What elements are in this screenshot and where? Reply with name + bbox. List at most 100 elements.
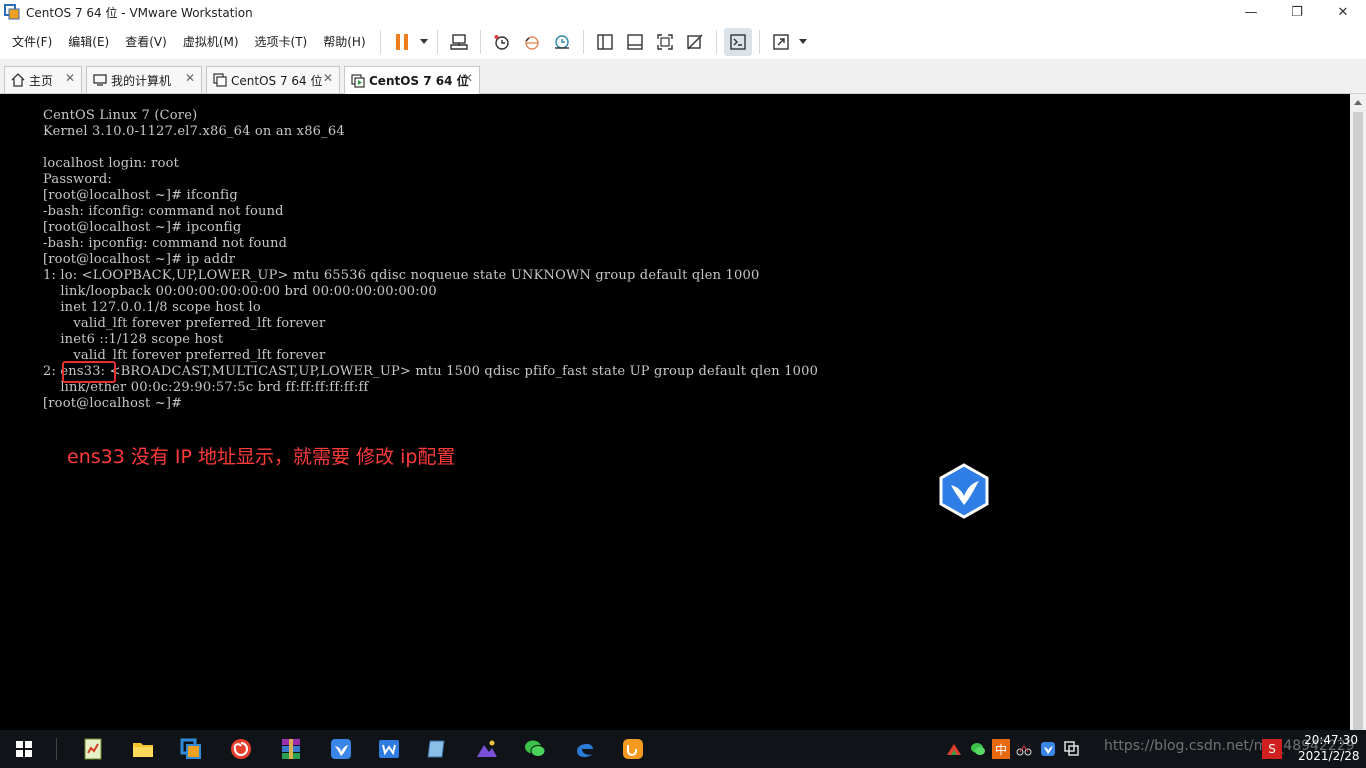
taskbar-app-feishu[interactable]: [326, 734, 356, 764]
pause-icon: [395, 33, 408, 50]
terminal-line: [root@localhost ~]# ipconfig: [43, 220, 242, 235]
notes-icon: [427, 740, 445, 758]
menu-view[interactable]: 查看(V): [117, 30, 175, 54]
power-dropdown-caret[interactable]: [417, 28, 431, 56]
fullscreen-icon: [656, 33, 673, 50]
toolbar-separator: [479, 29, 481, 54]
scroll-up-icon[interactable]: [1350, 94, 1366, 110]
terminal-line: link/loopback 00:00:00:00:00:00 brd 00:0…: [43, 284, 437, 299]
taskbar-app-spiral[interactable]: [226, 734, 256, 764]
snapshot-button[interactable]: [488, 28, 516, 56]
start-button[interactable]: [0, 730, 48, 768]
tray-s-icon[interactable]: S: [1262, 739, 1282, 759]
tray-vm-icon[interactable]: [1062, 739, 1082, 759]
terminal-line: valid_lft forever preferred_lft forever: [43, 316, 326, 331]
taskbar-app-notepad[interactable]: [78, 734, 108, 764]
vmware-window: CentOS 7 64 位 - VMware Workstation — ❐ ✕…: [0, 0, 1366, 732]
vertical-scrollbar[interactable]: [1350, 94, 1366, 732]
close-icon[interactable]: ✕: [323, 71, 333, 85]
clock-date: 2021/2/28: [1298, 749, 1360, 763]
terminal-line: inet 127.0.0.1/8 scope host lo: [43, 300, 261, 315]
tab-label: CentOS 7 64 位: [231, 73, 323, 88]
vm-running-icon: [351, 73, 365, 88]
snapshot-manager-button[interactable]: [548, 28, 576, 56]
taskbar-app-uc[interactable]: [618, 734, 648, 764]
home-icon: [11, 73, 25, 87]
full-screen-button[interactable]: [651, 28, 679, 56]
show-thumbnail-button[interactable]: [621, 28, 649, 56]
system-tray: 中: [944, 730, 1086, 768]
stretch-dropdown-caret[interactable]: [796, 28, 810, 56]
show-library-button[interactable]: [591, 28, 619, 56]
stretch-guest-button[interactable]: [767, 28, 795, 56]
tab-centos-active[interactable]: CentOS 7 64 位 ✕: [344, 66, 480, 94]
sidebar-layout-icon: [596, 33, 613, 50]
tray-feishu-icon[interactable]: [1038, 739, 1058, 759]
tab-centos-1[interactable]: CentOS 7 64 位 ✕: [206, 66, 340, 93]
revert-snapshot-button[interactable]: [518, 28, 546, 56]
bird-logo-icon[interactable]: [938, 463, 990, 519]
menu-edit[interactable]: 编辑(E): [60, 30, 117, 54]
scroll-thumb[interactable]: [1353, 112, 1363, 732]
annotation-text: ens33 没有 IP 地址显示，就需要 修改 ip配置: [67, 446, 456, 468]
restore-button[interactable]: ❐: [1274, 0, 1320, 24]
taskbar-app-winrar[interactable]: [276, 734, 306, 764]
snapshot-clock-icon: [494, 34, 509, 50]
chevron-down-icon: [419, 38, 428, 44]
taskbar-app-explorer[interactable]: [128, 734, 158, 764]
taskbar-app-edge[interactable]: [570, 734, 600, 764]
menu-tabs[interactable]: 选项卡(T): [247, 30, 316, 54]
minimize-button[interactable]: —: [1228, 0, 1274, 24]
chevron-down-icon: [798, 38, 807, 44]
tab-home[interactable]: 主页 ✕: [4, 66, 82, 93]
tray-wechat-icon[interactable]: [968, 739, 988, 759]
revert-icon: [524, 35, 539, 50]
close-icon[interactable]: ✕: [65, 71, 75, 85]
window-title: CentOS 7 64 位 - VMware Workstation: [26, 5, 253, 20]
taskbar-clock[interactable]: 20:47:30 2021/2/28: [1298, 732, 1360, 764]
terminal-line: Kernel 3.10.0-1127.el7.x86_64 on an x86_…: [43, 124, 345, 139]
close-button[interactable]: ✕: [1320, 0, 1366, 24]
send-ctrl-alt-del-button[interactable]: [445, 28, 473, 56]
menu-help[interactable]: 帮助(H): [315, 30, 373, 54]
vm-console[interactable]: CentOS Linux 7 (Core) Kernel 3.10.0-1127…: [0, 94, 1350, 730]
bottom-panel-icon: [626, 33, 643, 50]
unity-button[interactable]: [681, 28, 709, 56]
taskbar-app-photos[interactable]: [472, 734, 502, 764]
tray-ime-icon[interactable]: 中: [992, 739, 1010, 759]
terminal-line: [root@localhost ~]#: [43, 396, 183, 411]
unity-disabled-icon: [686, 34, 703, 49]
windows-taskbar: 中 https://blog.csdn.net/m0_48942229 S 20…: [0, 730, 1366, 768]
close-icon[interactable]: ✕: [463, 71, 473, 85]
terminal-line: inet6 ::1/128 scope host: [43, 332, 224, 347]
edge-browser-icon: [577, 743, 593, 758]
tab-my-computer[interactable]: 我的计算机 ✕: [86, 66, 202, 93]
tray-bike-icon[interactable]: [1014, 739, 1034, 759]
terminal-line: [root@localhost ~]# ip addr: [43, 252, 236, 267]
tab-label: 主页: [29, 73, 54, 88]
menu-vm[interactable]: 虚拟机(M): [175, 30, 247, 54]
close-icon[interactable]: ✕: [185, 71, 195, 85]
vm-icon: [213, 73, 227, 87]
menu-toolbar: 文件(F) 编辑(E) 查看(V) 虚拟机(M) 选项卡(T) 帮助(H): [0, 24, 1366, 60]
toolbar-separator: [379, 29, 381, 54]
taskbar-separator: [56, 738, 57, 760]
toolbar-separator: [582, 29, 584, 54]
bird-app-icon: [331, 739, 351, 759]
taskbar-app-vmware[interactable]: [176, 734, 206, 764]
title-bar: CentOS 7 64 位 - VMware Workstation — ❐ ✕: [0, 0, 1366, 24]
console-view-button[interactable]: [723, 27, 752, 56]
taskbar-app-notes[interactable]: [422, 734, 452, 764]
tab-label: CentOS 7 64 位: [369, 74, 469, 88]
pause-button[interactable]: [388, 28, 416, 56]
taskbar-app-wechat[interactable]: [520, 734, 550, 764]
tab-bar: 主页 ✕ 我的计算机 ✕ CentOS 7 64 位 ✕ CentOS 7 64…: [0, 60, 1366, 94]
notepad-chart-icon: [84, 738, 102, 760]
archive-icon: [282, 739, 300, 759]
terminal-line: 1: lo: <LOOPBACK,UP,LOWER_UP> mtu 65536 …: [43, 268, 760, 283]
menu-file[interactable]: 文件(F): [4, 30, 60, 54]
mountain-photo-icon: [477, 740, 497, 757]
tray-color-icon[interactable]: [944, 739, 964, 759]
tab-label: 我的计算机: [111, 73, 172, 88]
taskbar-app-word[interactable]: [374, 734, 404, 764]
